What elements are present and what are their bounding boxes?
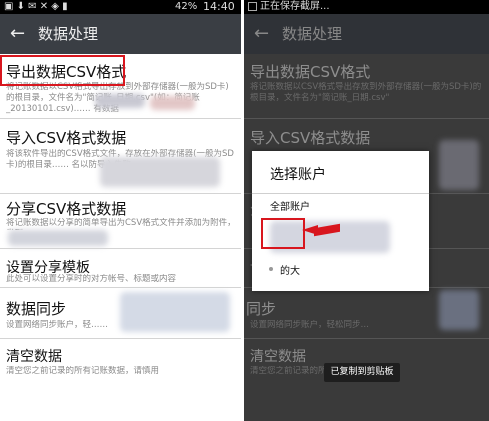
option-bullet-icon: [269, 267, 273, 271]
status-bar: 正在保存截屏...: [244, 0, 489, 14]
clock: 14:40: [203, 0, 235, 13]
status-bar: ▣ ⬇ ✉ ✕ ◈ ▮ 42% 14:40: [0, 0, 241, 14]
menu-item-description: 清空您之前记录的所有记账数据，请慎用: [6, 366, 160, 376]
screenshot-icon: [248, 2, 257, 11]
blurred-redaction: [95, 94, 145, 108]
right-screen: 正在保存截屏... ← 数据处理 导出数据CSV格式 将记账数据以CSV格式导出…: [244, 0, 489, 421]
menu-item-import-csv[interactable]: 导入CSV格式数据 将该软件导出的CSV格式文件，存放在外部存储器(一般为SD卡…: [0, 119, 241, 194]
menu-item-title: 导出数据CSV格式: [250, 63, 371, 81]
app-bar: ← 数据处理: [0, 14, 241, 54]
page-title: 数据处理: [282, 25, 343, 43]
status-icons: ▣ ⬇ ✉ ✕ ◈ ▮: [4, 1, 68, 12]
menu-item-description: 此处可以设置分享时的对方帐号、标题或内容: [6, 274, 177, 284]
left-screen: ▣ ⬇ ✉ ✕ ◈ ▮ 42% 14:40 ← 数据处理 导出数据CSV格式 将…: [0, 0, 241, 421]
blurred-redaction: [150, 96, 195, 110]
back-arrow-icon[interactable]: ←: [10, 23, 25, 45]
menu-item-share-template[interactable]: 设置分享模板 此处可以设置分享时的对方帐号、标题或内容: [0, 249, 241, 288]
toast-message: 已复制到剪贴板: [324, 363, 400, 382]
menu-item-title: 清空数据: [6, 349, 62, 365]
blurred-redaction: [439, 140, 479, 190]
menu-item-title: 分享CSV格式数据: [6, 200, 127, 218]
arrow-left-icon: [302, 225, 318, 235]
menu-item-description: 将记账数据以分享的简单导出为CSV格式文件并添加为附件，发到…: [6, 218, 236, 230]
menu-item-title: 数据同步: [6, 300, 67, 318]
highlight-box: [0, 55, 125, 86]
menu-item-title: 导入CSV格式数据: [250, 129, 371, 147]
back-arrow-icon[interactable]: ←: [254, 23, 269, 45]
account-option-all[interactable]: 全部账户: [270, 198, 310, 213]
menu-item-title: 清空数据: [250, 349, 306, 365]
blurred-redaction: [439, 290, 479, 330]
account-option[interactable]: 的大: [280, 262, 300, 277]
menu-item-description: 设置网络同步账户，轻……: [6, 320, 109, 330]
menu-item-share-csv[interactable]: 分享CSV格式数据 将记账数据以分享的简单导出为CSV格式文件并添加为附件，发到…: [0, 194, 241, 249]
page-title: 数据处理: [38, 25, 99, 43]
blurred-redaction: [120, 292, 230, 332]
dialog-divider: [252, 193, 429, 194]
battery-level: 42%: [175, 1, 198, 12]
app-bar: ← 数据处理: [244, 14, 489, 54]
highlight-box: [261, 218, 305, 249]
blurred-redaction: [8, 230, 108, 246]
menu-item-description: 将记账数据以CSV格式导出存放到外部存储器(一般为SD卡)的根目录，文件名为"简…: [250, 82, 482, 103]
menu-item-export-csv[interactable]: 导出数据CSV格式 将记账数据以CSV格式导出存放到外部存储器(一般为SD卡)的…: [244, 54, 489, 119]
menu-item-data-sync[interactable]: 数据同步 设置网络同步账户，轻……: [0, 288, 241, 339]
status-text: 正在保存截屏...: [260, 1, 330, 12]
dialog-title: 选择账户: [270, 167, 326, 183]
menu-item-description: 设置网络同步账户，轻松同步…: [250, 320, 370, 330]
menu-item-title: 同步: [246, 300, 277, 318]
menu-item-clear-data[interactable]: 清空数据 清空您之前记录的所有记账数据，请慎用: [0, 339, 241, 383]
menu-item-title: 导入CSV格式数据: [6, 129, 127, 147]
blurred-redaction: [100, 157, 220, 187]
